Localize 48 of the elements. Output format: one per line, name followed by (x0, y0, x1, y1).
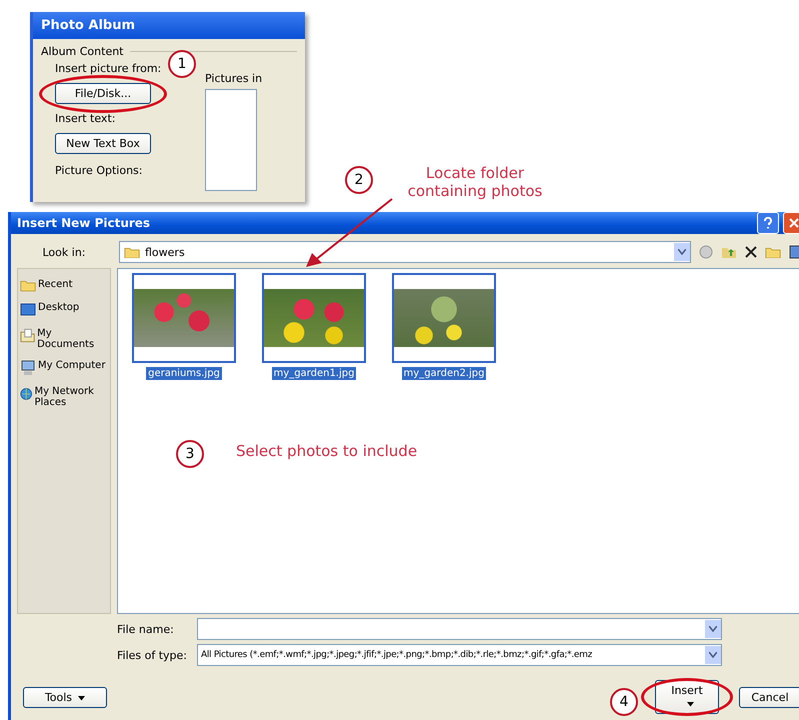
dialog-title: Insert New Pictures (17, 216, 152, 230)
look-in-dropdown[interactable]: flowers (119, 241, 691, 263)
documents-icon (20, 328, 36, 344)
cancel-button[interactable]: Cancel (739, 686, 799, 708)
insert-button[interactable]: Insert (655, 680, 719, 714)
file-name-field[interactable] (197, 618, 722, 640)
file-name-label[interactable]: my_garden1.jpg (272, 367, 356, 380)
help-icon[interactable] (757, 212, 779, 234)
close-icon[interactable] (783, 212, 799, 234)
up-folder-icon[interactable] (721, 245, 737, 259)
group-label: Album Content (41, 45, 124, 58)
file-disk-button[interactable]: File/Disk... (55, 83, 151, 104)
desktop-icon (20, 302, 36, 318)
step-note: Locate folder containing photos (406, 164, 544, 200)
picture-options-label: Picture Options: (55, 164, 144, 177)
file-name-label[interactable]: my_garden2.jpg (402, 367, 486, 380)
tools-button[interactable]: Tools (23, 686, 107, 708)
insert-text-label: Insert text: (55, 112, 116, 125)
place-item[interactable]: Desktop (20, 302, 108, 318)
place-item[interactable]: My Documents (20, 328, 108, 350)
place-item[interactable]: Recent (20, 279, 108, 292)
insert-picture-label: Insert picture from: (55, 62, 162, 75)
step-note: Select photos to include (236, 442, 418, 460)
folder-icon (124, 246, 140, 258)
thumbnail[interactable] (392, 273, 496, 363)
thumbnail[interactable] (132, 273, 236, 363)
files-of-type-label: Files of type: (117, 648, 188, 662)
caret-icon (686, 702, 694, 707)
thumbnail[interactable] (262, 273, 366, 363)
look-in-label: Look in: (42, 246, 86, 258)
folder-icon (20, 279, 36, 292)
file-name-label: File name: (117, 622, 175, 636)
new-text-box-button[interactable]: New Text Box (55, 133, 151, 154)
delete-icon[interactable] (745, 246, 757, 258)
network-icon (20, 386, 32, 402)
window-title: Photo Album (33, 12, 305, 39)
pictures-in-label: Pictures in (205, 72, 262, 85)
back-icon[interactable] (699, 245, 713, 259)
step-number: 2 (345, 166, 373, 194)
files-of-type-dropdown[interactable]: All Pictures (*.emf;*.wmf;*.jpg;*.jpeg;*.jfif;*.jpe;*.png;*.bmp;*.dib;*.rle;*.bmz;*.gif;*.gfa;*.emz (197, 644, 722, 666)
folder-name: flowers (145, 246, 185, 258)
place-item[interactable]: My Network Places (20, 386, 108, 408)
file-name-label[interactable]: geraniums.jpg (146, 367, 222, 380)
caret-icon (78, 696, 86, 700)
computer-icon (20, 360, 36, 376)
pictures-list[interactable] (205, 89, 257, 191)
new-folder-icon (765, 246, 781, 258)
place-item[interactable]: My Computer (20, 360, 108, 376)
